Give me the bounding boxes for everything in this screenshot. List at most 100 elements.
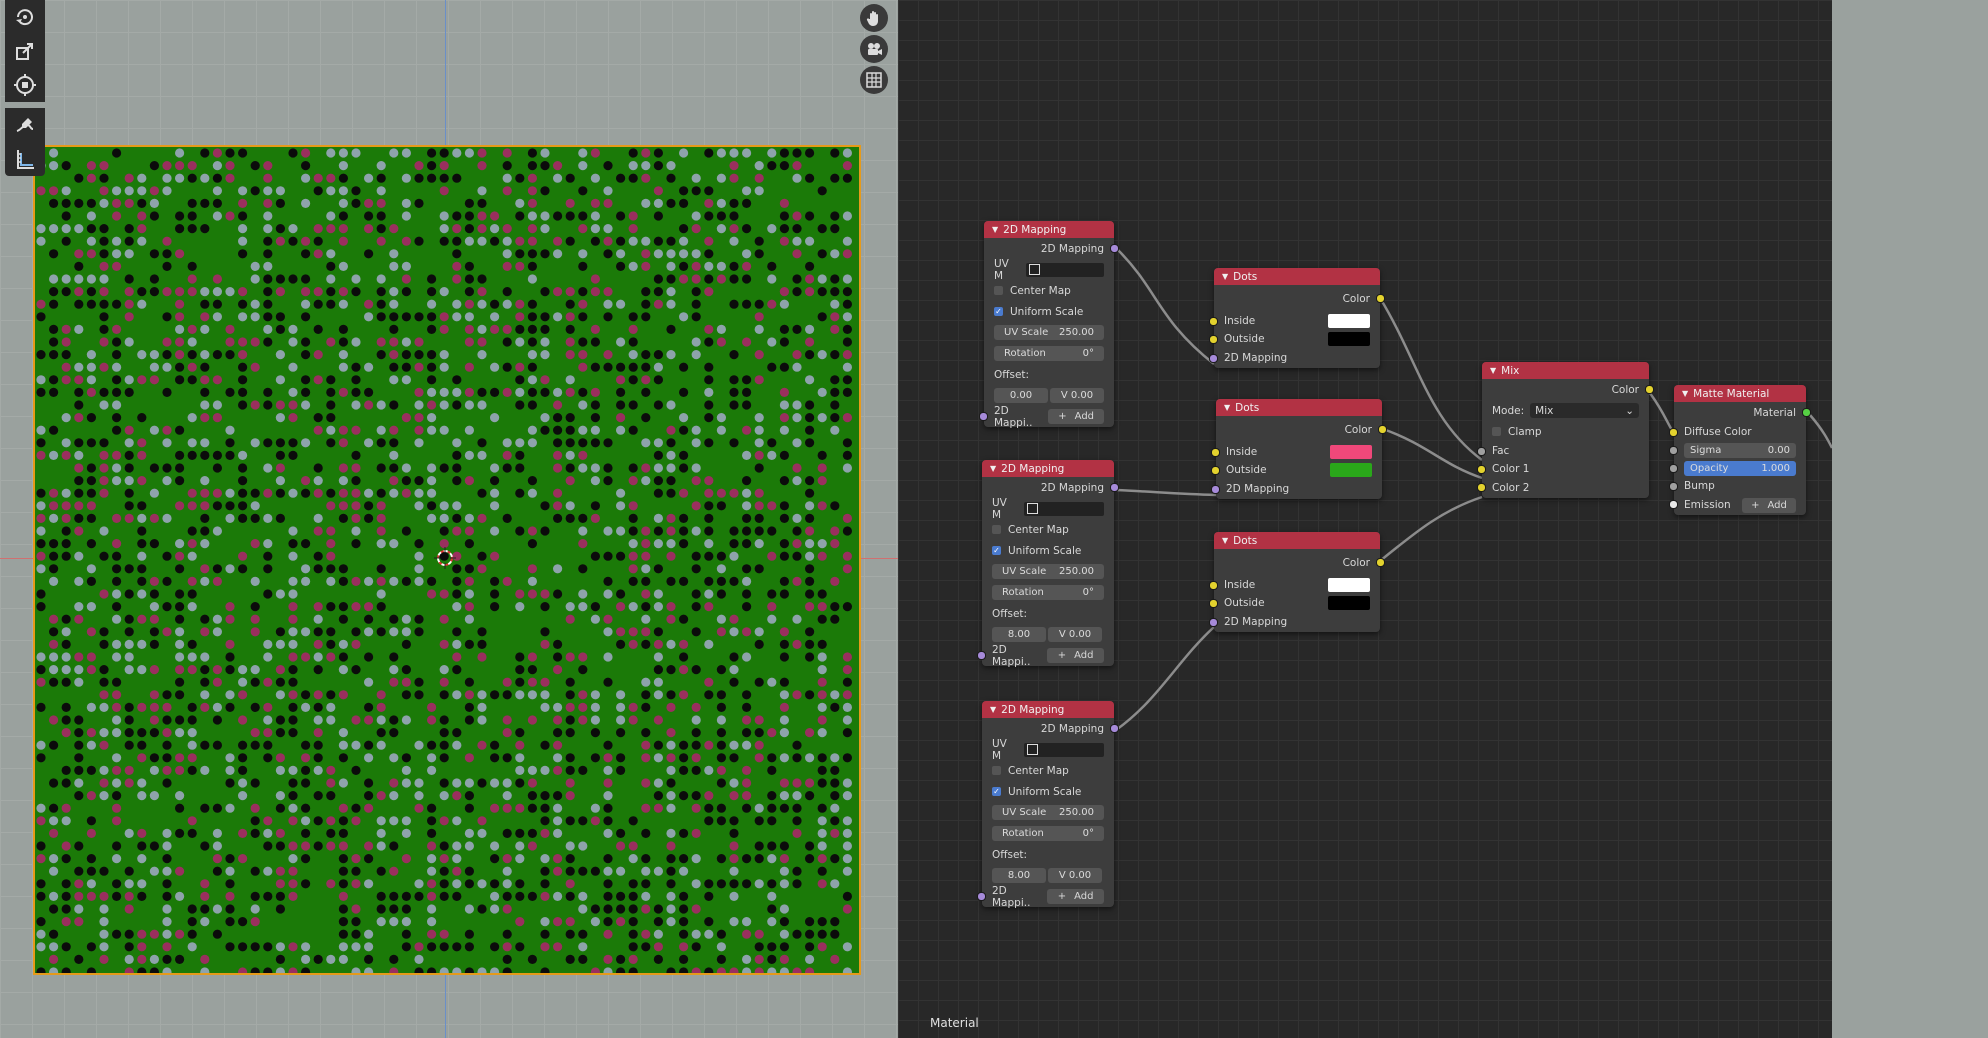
inside-socket[interactable] [1211, 448, 1220, 457]
rotate-tool-icon[interactable] [5, 0, 45, 34]
fac-socket[interactable] [1477, 447, 1486, 456]
dots-node-1[interactable]: ▼ Dots Color Inside Outside 2D Mapping [1209, 268, 1385, 368]
input-socket[interactable] [977, 651, 986, 660]
clamp-checkbox[interactable] [1492, 427, 1501, 436]
mode-row: Mode: Mix ⌄ [1482, 400, 1649, 421]
center-map-checkbox[interactable] [992, 766, 1001, 775]
node-header[interactable]: ▼ 2D Mapping [982, 460, 1114, 477]
dots-node-2[interactable]: ▼ Dots Color Inside Outside 2D Mapping [1211, 399, 1387, 499]
rotation-field[interactable]: Rotation 0° [994, 346, 1104, 361]
3d-viewport[interactable] [0, 0, 898, 1038]
node-header[interactable]: ▼ 2D Mapping [984, 221, 1114, 238]
collapse-triangle-icon[interactable]: ▼ [1222, 272, 1228, 281]
outside-socket[interactable] [1209, 599, 1218, 608]
inside-color-swatch[interactable] [1328, 314, 1370, 328]
output-socket[interactable] [1110, 244, 1119, 253]
transform-tool-icon[interactable] [5, 68, 45, 102]
output-socket[interactable] [1110, 483, 1119, 492]
outside-socket[interactable] [1209, 335, 1218, 344]
measure-tool-icon[interactable] [5, 142, 45, 176]
matte-material-node[interactable]: ▼ Matte Material Material Diffuse Color S… [1669, 385, 1811, 515]
emission-socket[interactable] [1669, 500, 1678, 509]
node-header[interactable]: ▼ Mix [1482, 362, 1649, 379]
diffuse-socket[interactable] [1669, 428, 1678, 437]
offset-u-field[interactable]: 8.00 [992, 868, 1046, 883]
uv-scale-field[interactable]: UV Scale 250.00 [994, 325, 1104, 340]
add-button[interactable]: + Add [1047, 889, 1104, 904]
camera-icon[interactable] [860, 35, 888, 63]
input-socket[interactable] [977, 892, 986, 901]
center-map-checkbox[interactable] [994, 286, 1003, 295]
mix-node[interactable]: ▼ Mix Color Mode: Mix ⌄ Clamp Fac Color 1 C… [1477, 362, 1654, 498]
annotate-tool-icon[interactable] [5, 108, 45, 142]
inside-socket[interactable] [1209, 317, 1218, 326]
add-button[interactable]: + Add [1047, 648, 1104, 663]
offset-v-field[interactable]: V 0.00 [1048, 627, 1102, 642]
center-map-checkbox[interactable] [992, 525, 1001, 534]
add-button[interactable]: + Add [1742, 497, 1796, 513]
output-socket[interactable] [1110, 724, 1119, 733]
color2-socket[interactable] [1477, 483, 1486, 492]
collapse-triangle-icon[interactable]: ▼ [990, 464, 996, 473]
offset-u-field[interactable]: 8.00 [992, 627, 1046, 642]
inside-color-swatch[interactable] [1330, 445, 1372, 459]
collapse-triangle-icon[interactable]: ▼ [1222, 536, 1228, 545]
mapping-socket[interactable] [1209, 354, 1218, 363]
node-header[interactable]: ▼ 2D Mapping [982, 701, 1114, 718]
uniform-scale-checkbox[interactable]: ✓ [992, 787, 1001, 796]
mapping-node-1[interactable]: ▼ 2D Mapping 2D Mapping UV M Center Map ✓… [979, 221, 1119, 429]
outside-color-swatch[interactable] [1328, 332, 1370, 346]
offset-v-field[interactable]: V 0.00 [1048, 868, 1102, 883]
color1-socket[interactable] [1477, 465, 1486, 474]
uniform-scale-checkbox[interactable]: ✓ [992, 546, 1001, 555]
uv-scale-field[interactable]: UV Scale 250.00 [992, 564, 1104, 579]
node-header[interactable]: ▼ Matte Material [1674, 385, 1806, 402]
input-socket[interactable] [979, 412, 988, 421]
add-button[interactable]: + Add [1048, 409, 1104, 424]
collapse-triangle-icon[interactable]: ▼ [1224, 403, 1230, 412]
opacity-field[interactable]: Opacity 1.000 [1684, 460, 1796, 476]
collapse-triangle-icon[interactable]: ▼ [992, 225, 998, 234]
uv-scale-field[interactable]: UV Scale 250.00 [992, 805, 1104, 820]
inside-socket[interactable] [1209, 581, 1218, 590]
mode-dropdown[interactable]: Mix ⌄ [1530, 403, 1639, 418]
dots-node-3[interactable]: ▼ Dots Color Inside Outside 2D Mapping [1209, 532, 1385, 632]
outside-socket[interactable] [1211, 466, 1220, 475]
collapse-triangle-icon[interactable]: ▼ [1490, 366, 1496, 375]
opacity-socket[interactable] [1669, 464, 1678, 473]
shader-node-editor[interactable]: ▼ 2D Mapping 2D Mapping UV M Center Map ✓… [898, 0, 1832, 1038]
uniform-scale-checkbox[interactable]: ✓ [994, 307, 1003, 316]
outside-color-swatch[interactable] [1328, 596, 1370, 610]
sigma-field[interactable]: Sigma 0.00 [1684, 442, 1796, 458]
3d-cursor-icon[interactable] [434, 547, 456, 569]
offset-v-field[interactable]: V 0.00 [1050, 388, 1104, 403]
mapping-socket[interactable] [1209, 618, 1218, 627]
uv-map-field[interactable] [1025, 262, 1104, 277]
output-socket[interactable] [1376, 558, 1385, 567]
offset-u-field[interactable]: 0.00 [994, 388, 1048, 403]
node-header[interactable]: ▼ Dots [1216, 399, 1382, 416]
node-header[interactable]: ▼ Dots [1214, 268, 1380, 285]
output-socket[interactable] [1376, 294, 1385, 303]
collapse-triangle-icon[interactable]: ▼ [1682, 389, 1688, 398]
rotation-field[interactable]: Rotation 0° [992, 826, 1104, 841]
inside-color-swatch[interactable] [1328, 578, 1370, 592]
mapping-socket[interactable] [1211, 485, 1220, 494]
hand-pan-icon[interactable] [860, 4, 888, 32]
mapping-node-3[interactable]: ▼ 2D Mapping 2D Mapping UV M Center Map ✓… [977, 701, 1119, 909]
emission-row: Emission + Add [1669, 495, 1806, 515]
mapping-node-2[interactable]: ▼ 2D Mapping 2D Mapping UV M Center Map ✓… [977, 460, 1119, 668]
sigma-socket[interactable] [1669, 446, 1678, 455]
outside-color-swatch[interactable] [1330, 463, 1372, 477]
uv-map-field[interactable] [1024, 501, 1104, 516]
node-header[interactable]: ▼ Dots [1214, 532, 1380, 549]
uv-map-field[interactable] [1024, 742, 1104, 757]
grid-view-icon[interactable] [860, 66, 888, 94]
rotation-field[interactable]: Rotation 0° [992, 585, 1104, 600]
output-socket[interactable] [1378, 425, 1387, 434]
scale-tool-icon[interactable] [5, 34, 45, 68]
output-socket[interactable] [1802, 408, 1811, 417]
bump-socket[interactable] [1669, 482, 1678, 491]
collapse-triangle-icon[interactable]: ▼ [990, 705, 996, 714]
output-socket[interactable] [1645, 385, 1654, 394]
